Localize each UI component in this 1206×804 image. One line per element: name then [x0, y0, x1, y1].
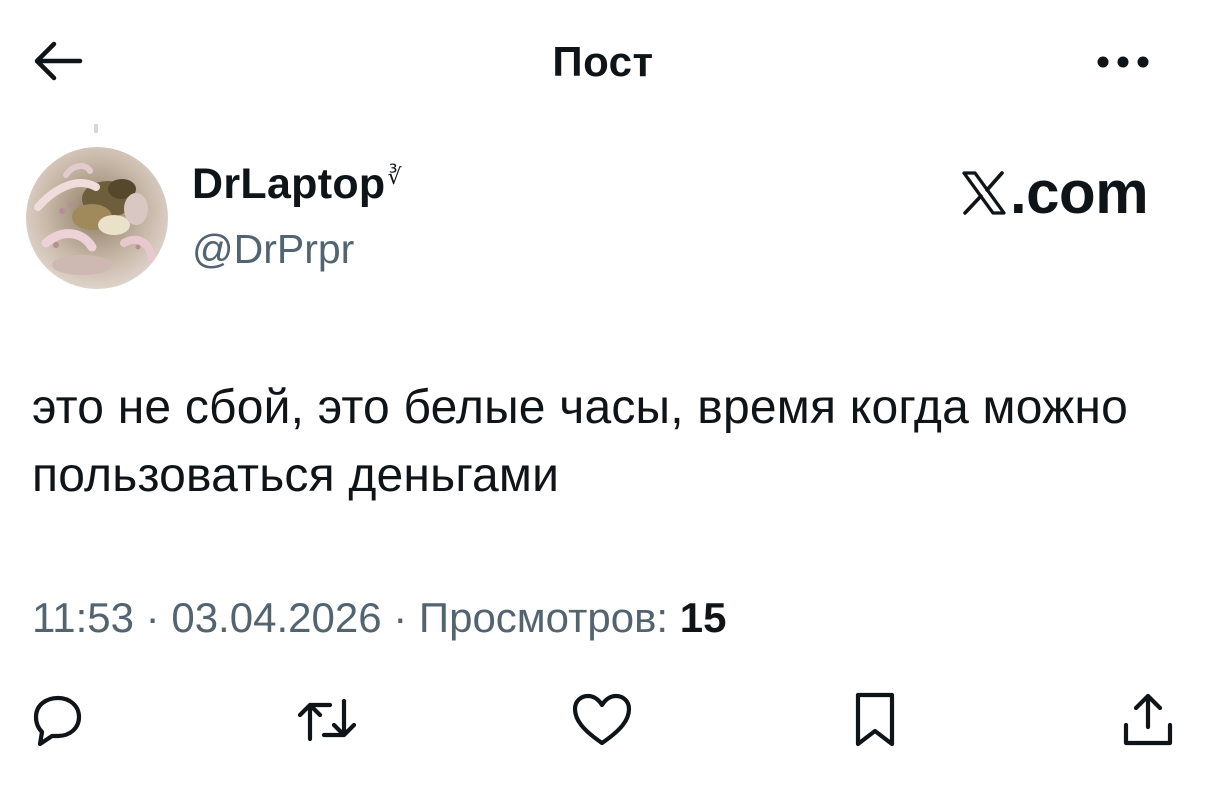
share-button[interactable] — [1116, 688, 1180, 752]
post-text: это не сбой, это белые часы, время когда… — [32, 381, 1129, 502]
page-title: Пост — [552, 38, 654, 85]
divider-mark — [94, 124, 98, 133]
avatar-image — [26, 147, 168, 289]
views-count: 15 — [679, 594, 727, 641]
meta-separator: · — [393, 594, 408, 641]
avatar[interactable] — [26, 147, 168, 289]
repost-icon — [297, 698, 357, 742]
watermark-text: .com — [1010, 159, 1149, 226]
views-label: Просмотров: — [418, 594, 669, 641]
post-metadata: 11:53 · 03.04.2026 · Просмотров: 15 — [32, 594, 726, 642]
x-logo-icon — [962, 170, 1006, 215]
author-handle[interactable]: @DrPrpr — [192, 226, 354, 273]
reply-icon — [33, 695, 82, 747]
meta-separator: · — [145, 594, 160, 641]
author-name-text: DrLaptop — [192, 160, 386, 208]
post-actions-bar — [0, 680, 1206, 760]
bookmark-icon — [855, 692, 895, 747]
post-time[interactable]: 11:53 — [32, 594, 134, 641]
x-com-watermark: .com — [960, 158, 1149, 227]
more-options-button[interactable] — [1088, 40, 1158, 84]
like-button[interactable] — [570, 688, 634, 752]
author-display-name[interactable]: DrLaptop ∛ — [192, 160, 402, 209]
heart-icon — [572, 693, 632, 746]
share-icon — [1123, 693, 1173, 746]
name-badge-mark: ∛ — [387, 164, 402, 189]
more-horizontal-icon — [1097, 56, 1149, 68]
reply-button[interactable] — [25, 688, 89, 752]
repost-button[interactable] — [295, 688, 359, 752]
post-date[interactable]: 03.04.2026 — [171, 594, 381, 641]
top-bar: Пост — [0, 0, 1206, 120]
bookmark-button[interactable] — [843, 688, 907, 752]
